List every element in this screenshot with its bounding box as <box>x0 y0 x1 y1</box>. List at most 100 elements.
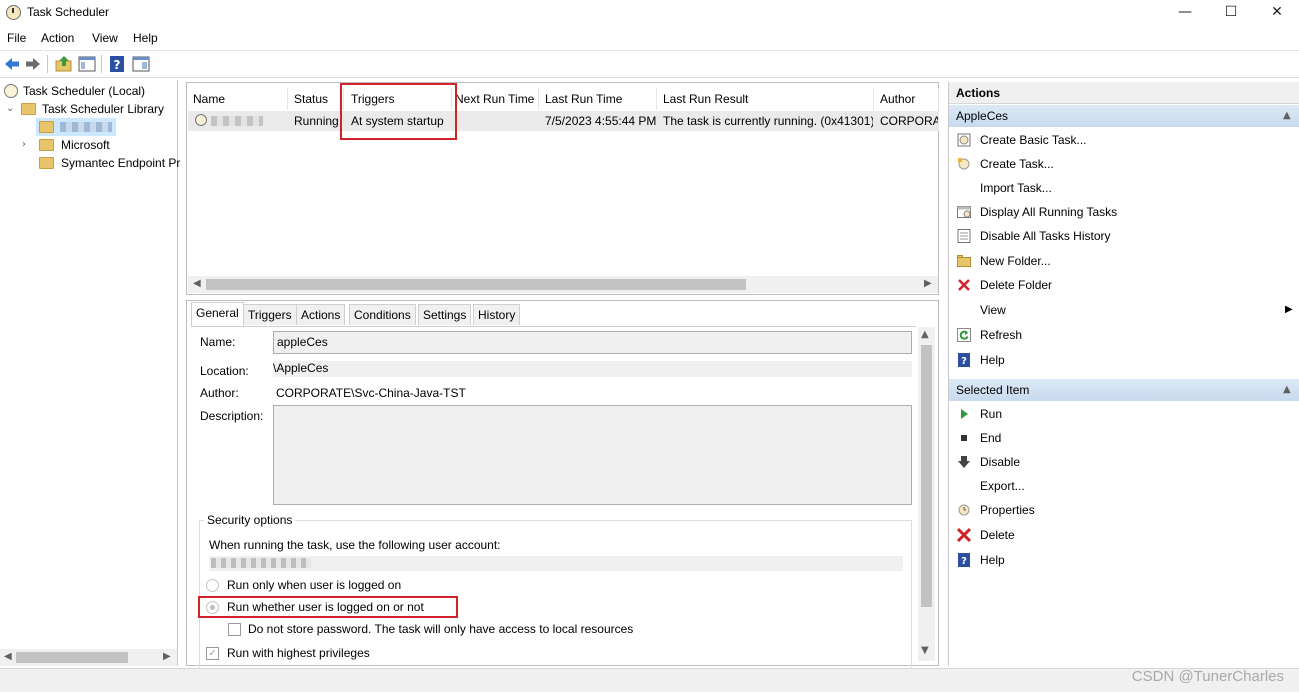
checkbox-highest-privileges-label: Run with highest privileges <box>227 646 370 660</box>
location-value: \AppleCes <box>273 361 912 377</box>
scroll-right-arrow-icon[interactable]: ▶ <box>163 651 171 662</box>
folder-icon <box>39 157 54 169</box>
action-view[interactable]: View ▶ <box>949 298 1299 322</box>
action-create-basic-task[interactable]: Create Basic Task... <box>949 128 1299 152</box>
delete-x-icon <box>957 528 971 542</box>
action-properties[interactable]: Properties <box>949 498 1299 522</box>
description-field[interactable] <box>273 405 912 505</box>
svg-text:?: ? <box>961 556 967 567</box>
tab-general[interactable]: General <box>191 302 244 326</box>
tree-item-selected-folder[interactable] <box>36 118 116 136</box>
column-header-last-run-time[interactable]: Last Run Time <box>539 88 657 110</box>
tab-triggers[interactable]: Triggers <box>243 304 297 325</box>
triggers-highlight-box <box>340 83 457 140</box>
tree-item-label: Task Scheduler (Local) <box>23 84 146 98</box>
action-create-task[interactable]: Create Task... <box>949 152 1299 176</box>
action-new-folder[interactable]: New Folder... <box>949 249 1299 273</box>
name-field[interactable]: appleCes <box>273 331 912 354</box>
back-icon[interactable] <box>3 55 21 73</box>
menu-bar: File Action View Help <box>0 28 1299 48</box>
help-icon: ? <box>958 553 970 567</box>
task-last-run-time: 7/5/2023 4:55:44 PM <box>545 114 657 128</box>
menu-action[interactable]: Action <box>41 31 74 45</box>
folder-icon <box>39 121 54 133</box>
task-status: Running <box>294 114 339 128</box>
running-tasks-icon <box>957 206 971 218</box>
create-task-icon <box>958 158 970 170</box>
tab-history[interactable]: History <box>473 304 521 325</box>
action-delete-folder[interactable]: Delete Folder <box>949 273 1299 297</box>
menu-file[interactable]: File <box>7 31 26 45</box>
close-button[interactable]: ✕ <box>1254 0 1299 26</box>
action-help-selected[interactable]: ? Help <box>949 548 1299 572</box>
action-import-task[interactable]: Import Task... <box>949 176 1299 200</box>
collapsed-chevron-icon[interactable]: › <box>22 136 26 154</box>
action-refresh[interactable]: Refresh <box>949 323 1299 347</box>
redacted-task-name <box>211 116 263 126</box>
scroll-left-arrow-icon[interactable]: ◀ <box>193 278 201 289</box>
column-header-next-run-time[interactable]: Next Run Time <box>449 88 539 110</box>
svg-text:?: ? <box>114 58 121 72</box>
action-delete[interactable]: Delete <box>949 523 1299 547</box>
section-header-selected-item[interactable]: Selected Item ▲ <box>949 379 1299 401</box>
action-export[interactable]: Export... <box>949 474 1299 498</box>
scroll-left-arrow-icon[interactable]: ◀ <box>4 651 12 662</box>
show-hide-action-pane-icon[interactable] <box>132 55 150 73</box>
end-stop-icon <box>961 435 967 441</box>
new-folder-icon <box>957 255 971 267</box>
scrollbar-thumb[interactable] <box>16 652 128 663</box>
scroll-up-arrow-icon[interactable]: ▲ <box>921 329 929 340</box>
action-disable[interactable]: Disable <box>949 450 1299 474</box>
minimize-button[interactable]: — <box>1162 0 1208 26</box>
show-hide-console-tree-icon[interactable] <box>78 55 96 73</box>
task-list-horizontal-scrollbar[interactable]: ◀ ▶ <box>188 276 938 293</box>
actions-header: Actions <box>949 82 1299 104</box>
tab-conditions[interactable]: Conditions <box>349 304 416 325</box>
toolbar: ? <box>0 50 1299 78</box>
column-header-status[interactable]: Status <box>288 88 344 110</box>
column-header-last-run-result[interactable]: Last Run Result <box>657 88 874 110</box>
name-label: Name: <box>200 335 236 349</box>
expanded-chevron-icon[interactable]: ⌄ <box>6 100 14 118</box>
checkbox-highest-privileges[interactable]: ✓ <box>206 647 219 660</box>
account-prompt: When running the task, use the following… <box>209 538 501 552</box>
menu-help[interactable]: Help <box>133 31 158 45</box>
action-disable-tasks-history[interactable]: Disable All Tasks History <box>949 224 1299 248</box>
maximize-button[interactable]: ☐ <box>1208 0 1254 26</box>
create-basic-task-icon <box>957 133 971 147</box>
collapse-arrow-icon[interactable]: ▲ <box>1283 379 1291 401</box>
action-run[interactable]: Run <box>949 402 1299 426</box>
forward-icon[interactable] <box>24 55 42 73</box>
action-display-running-tasks[interactable]: Display All Running Tasks <box>949 200 1299 224</box>
submenu-arrow-icon: ▶ <box>1285 304 1293 315</box>
tab-actions[interactable]: Actions <box>296 304 346 325</box>
tree-item-label: Task Scheduler Library <box>42 102 165 116</box>
column-header-name[interactable]: Name <box>187 88 288 110</box>
menu-view[interactable]: View <box>92 31 118 45</box>
checkbox-do-not-store-password[interactable] <box>228 623 241 636</box>
author-label: Author: <box>200 386 239 400</box>
action-help[interactable]: ? Help <box>949 348 1299 372</box>
watermark: CSDN @TunerCharles <box>1131 668 1284 685</box>
tree-item-label: Symantec Endpoint Pr <box>61 156 181 170</box>
column-header-author[interactable]: Author <box>874 88 939 110</box>
tree-item-label: Microsoft <box>61 138 110 152</box>
disable-history-icon <box>957 229 971 243</box>
help-icon[interactable]: ? <box>108 55 126 73</box>
scrollbar-thumb[interactable] <box>921 345 932 607</box>
section-title: AppleCes <box>956 109 1009 123</box>
up-folder-icon[interactable] <box>55 55 73 73</box>
radio-logged-on[interactable] <box>206 579 219 592</box>
tree-horizontal-scrollbar[interactable]: ◀ ▶ <box>0 649 177 666</box>
disable-arrow-down-icon <box>958 456 970 468</box>
scrollbar-thumb[interactable] <box>206 279 746 290</box>
title-bar: Task Scheduler — ☐ ✕ <box>0 0 1299 26</box>
detail-vertical-scrollbar[interactable]: ▲ ▼ <box>918 327 935 661</box>
section-header-applecés[interactable]: AppleCes ▲ <box>949 105 1299 127</box>
description-label: Description: <box>200 409 264 423</box>
action-end[interactable]: End <box>949 426 1299 450</box>
collapse-arrow-icon[interactable]: ▲ <box>1283 105 1291 127</box>
scroll-down-arrow-icon[interactable]: ▼ <box>921 645 929 656</box>
scroll-right-arrow-icon[interactable]: ▶ <box>924 278 932 289</box>
tab-settings[interactable]: Settings <box>418 304 472 325</box>
